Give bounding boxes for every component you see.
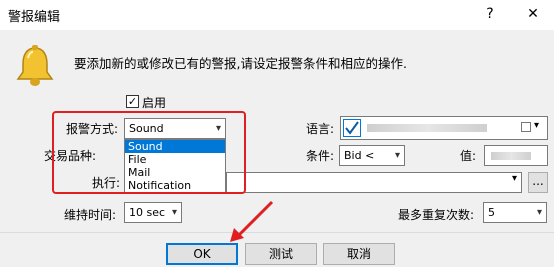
flag-icon — [521, 122, 531, 132]
window-title: 警报编辑 — [8, 10, 61, 25]
max-repeat-value: 5 — [488, 206, 495, 219]
title-bar — [0, 0, 554, 30]
language-label: 语言: — [306, 122, 335, 136]
annotation-arrow-icon — [230, 200, 274, 242]
check-icon — [343, 119, 361, 137]
language-select[interactable]: ▾ — [340, 116, 548, 140]
chevron-down-icon: ▾ — [534, 120, 540, 131]
ok-button[interactable]: OK — [166, 243, 238, 265]
bell-icon — [14, 44, 56, 88]
max-repeat-label: 最多重复次数: — [398, 208, 475, 222]
value-label: 值: — [460, 149, 477, 163]
intro-text: 要添加新的或修改已有的警报,请设定报警条件和相应的操作. — [74, 56, 407, 71]
chevron-down-icon: ▾ — [394, 150, 400, 161]
condition-value: Bid < — [344, 149, 375, 162]
help-button[interactable]: ? — [478, 4, 502, 24]
enable-label: 启用 — [142, 96, 167, 110]
language-value-redacted — [367, 124, 487, 132]
annotation-box — [52, 111, 246, 194]
chevron-down-icon: ▾ — [511, 173, 517, 184]
divider — [0, 232, 554, 233]
duration-label: 维持时间: — [64, 208, 117, 222]
value-redacted — [491, 152, 531, 160]
condition-select[interactable]: Bid < ▾ — [339, 145, 405, 166]
cancel-button[interactable]: 取消 — [323, 243, 395, 265]
close-button[interactable]: ✕ — [521, 4, 545, 24]
execute-field[interactable]: ▾ — [226, 172, 522, 193]
chevron-down-icon: ▾ — [536, 207, 542, 218]
duration-value: 10 sec — [129, 206, 166, 219]
duration-select[interactable]: 10 sec ▾ — [124, 202, 182, 223]
browse-button[interactable]: ... — [528, 172, 548, 193]
enable-checkbox[interactable]: ✓ — [126, 95, 139, 108]
value-field[interactable] — [484, 145, 548, 166]
chevron-down-icon: ▾ — [171, 207, 177, 218]
condition-label: 条件: — [306, 149, 335, 163]
max-repeat-select[interactable]: 5 ▾ — [483, 202, 547, 223]
test-button[interactable]: 测试 — [245, 243, 317, 265]
